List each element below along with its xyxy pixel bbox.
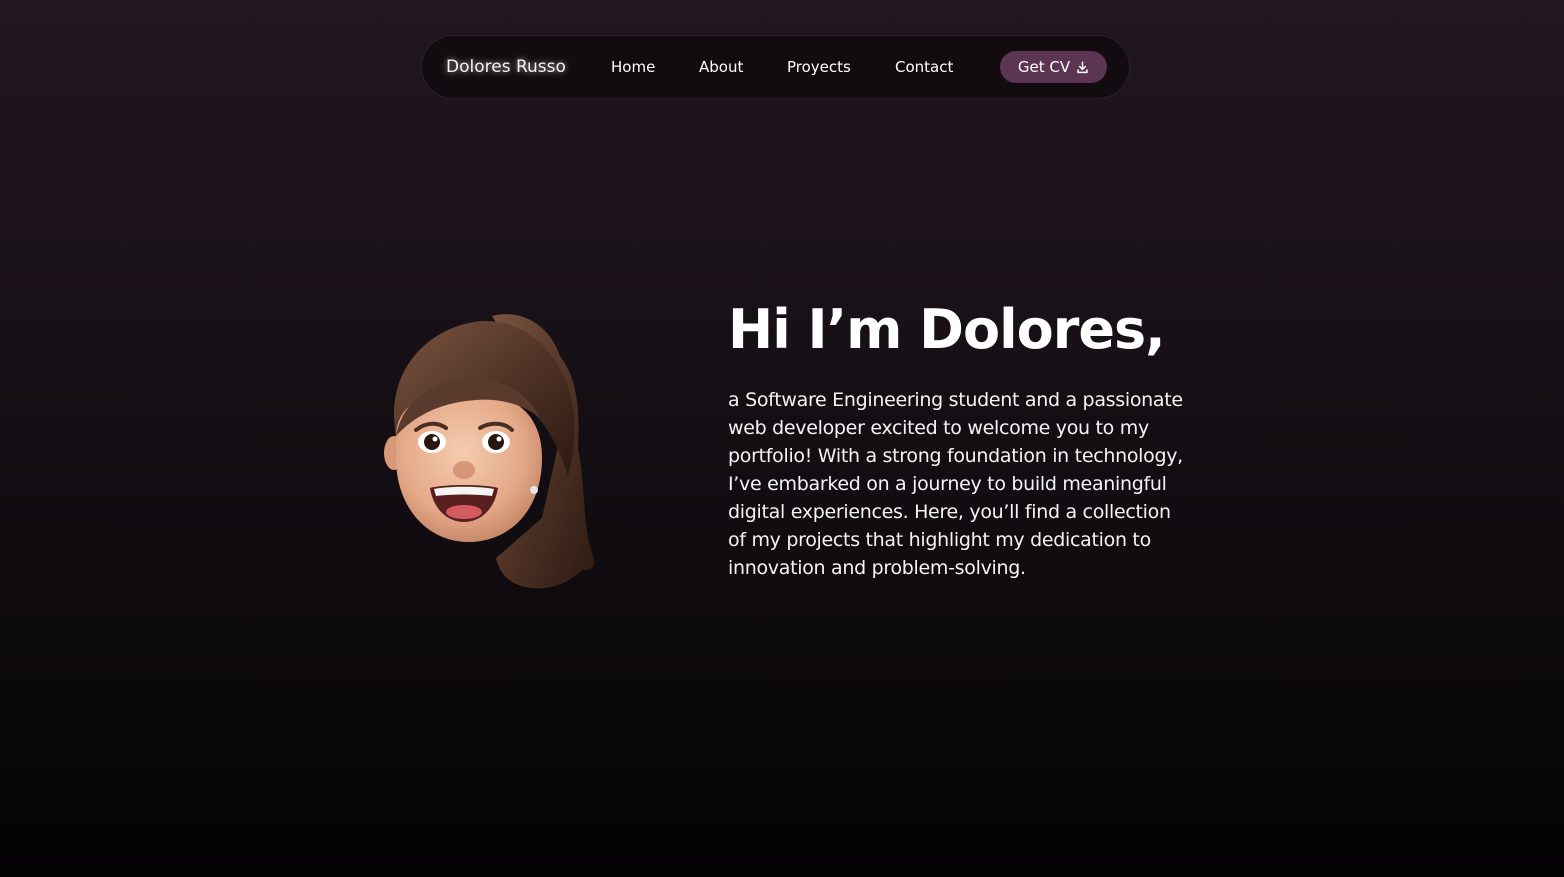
- navbar: Dolores Russo Home About Proyects Contac…: [421, 35, 1130, 99]
- get-cv-label: Get CV: [1017, 58, 1071, 76]
- hero-description: a Software Engineering student and a pas…: [728, 389, 1183, 579]
- hero-title: Hi I’m Dolores,: [728, 298, 1166, 361]
- get-cv-button[interactable]: Get CV: [1000, 51, 1107, 83]
- nav-link-home[interactable]: Home: [611, 58, 655, 76]
- download-icon: [1077, 60, 1088, 73]
- nav-link-contact[interactable]: Contact: [895, 58, 953, 76]
- nav-link-proyects[interactable]: Proyects: [787, 58, 851, 76]
- brand-logo[interactable]: Dolores Russo: [446, 57, 566, 77]
- memoji-avatar: [384, 314, 595, 589]
- nav-link-about[interactable]: About: [699, 58, 743, 76]
